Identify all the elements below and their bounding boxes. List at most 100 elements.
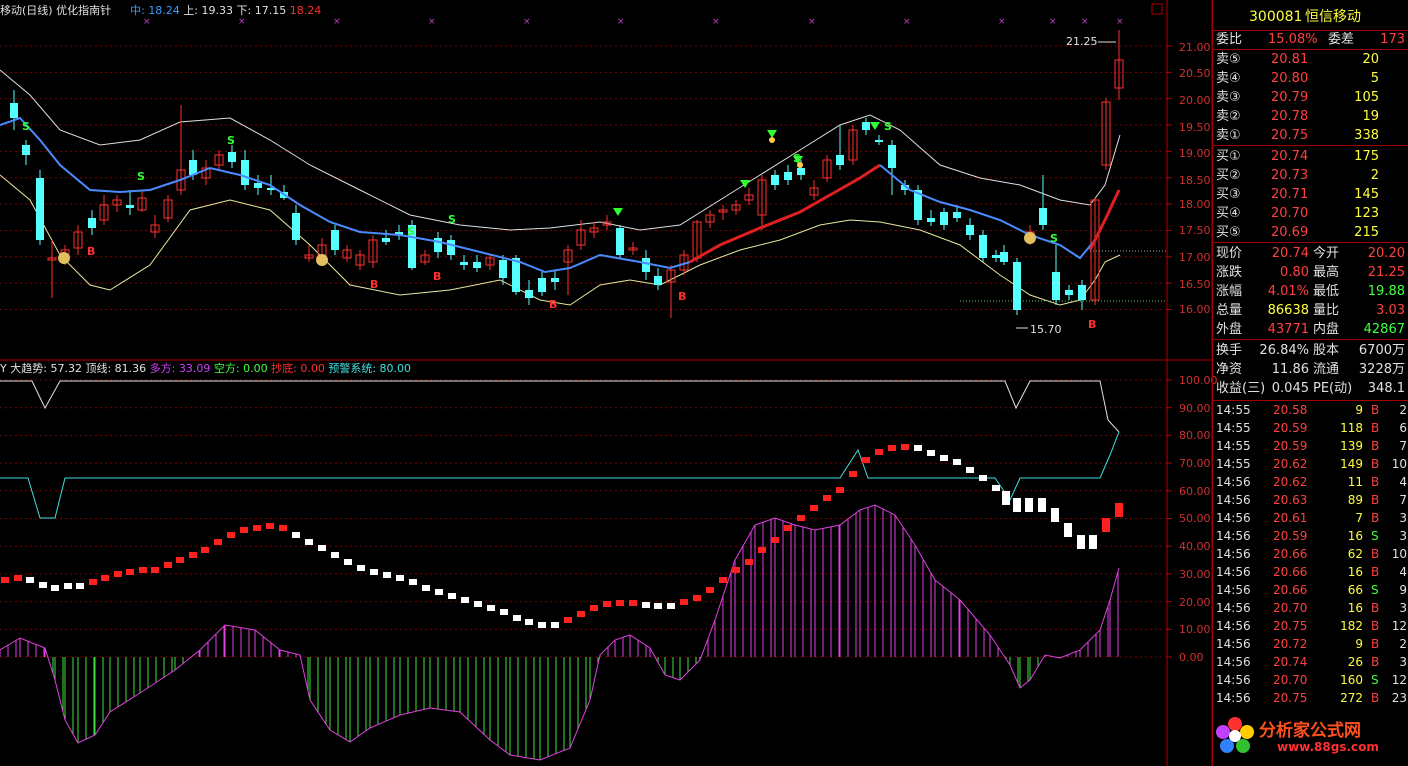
trend-block [253, 525, 261, 531]
candle-body-down [512, 258, 520, 292]
ask-volume: 105 [1354, 90, 1379, 105]
tick-row: 14:56 20.75 272 B 23 [1213, 689, 1408, 707]
trend-block [1077, 535, 1085, 549]
tick-volume: 272 [1340, 691, 1363, 705]
tick-volume: 149 [1340, 457, 1363, 471]
candle-body-down [88, 218, 96, 228]
tick-count: 3 [1399, 529, 1407, 543]
bid-price: 20.74 [1271, 149, 1309, 164]
tick-row: 14:56 20.66 62 B 10 [1213, 545, 1408, 563]
quote-label: 量比 [1313, 303, 1340, 318]
cross-marker: × [428, 17, 436, 27]
tick-row: 14:56 20.62 11 B 4 [1213, 473, 1408, 491]
stat-row: 换手 26.84% 股本 6700万 [1213, 342, 1408, 360]
tick-volume: 66 [1347, 583, 1363, 597]
tick-volume: 16 [1347, 601, 1363, 615]
price-tick: 21.00 [1179, 41, 1211, 54]
candle-body-down [1039, 208, 1047, 225]
trend-block [1, 577, 9, 583]
trend-block [823, 495, 831, 501]
buy-signal: B [370, 278, 379, 291]
indicator-tick: 10.00 [1179, 623, 1211, 636]
candle-body-down [966, 225, 974, 235]
quote-label: 总量 [1216, 303, 1243, 318]
bid-row: 买② 20.73 2 [1213, 167, 1408, 185]
tick-count: 6 [1399, 421, 1407, 435]
bid-label: 买④ [1216, 206, 1241, 221]
candle-body-down [992, 255, 1000, 258]
trend-block [461, 597, 469, 603]
stat-value: 26.84% [1259, 343, 1309, 358]
candle-body-down [771, 175, 779, 185]
money-bag-icon [1024, 232, 1036, 244]
order-ratio-row: 委比 15.08% 委差 173 [1213, 31, 1408, 49]
tick-price: 20.59 [1273, 439, 1308, 453]
sell-signal: S [22, 120, 30, 133]
trend-block [590, 605, 598, 611]
quote-value: 20.74 [1271, 246, 1309, 261]
trend-block [1064, 523, 1072, 537]
tick-row: 14:56 20.61 7 B 3 [1213, 509, 1408, 527]
tick-time: 14:56 [1216, 655, 1251, 669]
trend-block [114, 571, 122, 577]
stat-label: 股本 [1313, 343, 1340, 358]
quote-label: 最低 [1313, 284, 1340, 299]
candle-body-down [473, 262, 481, 268]
quote-value: 0.80 [1280, 265, 1309, 280]
trend-block [1115, 503, 1123, 517]
cross-marker: × [712, 17, 720, 27]
tick-volume: 16 [1347, 529, 1363, 543]
tick-price: 20.66 [1273, 547, 1308, 561]
bid-row: 买① 20.74 175 [1213, 148, 1408, 166]
trend-block [1002, 491, 1010, 505]
stock-code: 300081 [1249, 9, 1303, 25]
tick-row: 14:56 20.70 160 S 12 [1213, 671, 1408, 689]
stat-value: 348.1 [1367, 381, 1405, 396]
quote-row: 外盘 43771 内盘 42867 [1213, 321, 1408, 339]
bid-label: 买① [1216, 149, 1241, 164]
trend-block [629, 600, 637, 606]
quote-label: 涨跌 [1216, 265, 1243, 280]
indicator-prefix: Y [0, 362, 7, 375]
indicator-header: Y 大趋势: 57.32 顶线: 81.36 多方: 33.09 空方: 0.0… [0, 362, 411, 376]
quote-row: 涨幅 4.01% 最低 19.88 [1213, 283, 1408, 301]
indicator-tick: 20.00 [1179, 596, 1211, 609]
high-price-marker: 21.25 [1066, 35, 1098, 48]
candle-body-down [862, 122, 870, 130]
tick-volume: 62 [1347, 547, 1363, 561]
trend-block [966, 467, 974, 473]
candle-body-down [616, 228, 624, 255]
quote-row: 涨跌 0.80 最高 21.25 [1213, 264, 1408, 282]
trend-block [126, 569, 134, 575]
tick-count: 12 [1391, 673, 1407, 687]
trend-block [719, 577, 727, 583]
tick-count: 4 [1399, 565, 1407, 579]
candle-body-down [875, 140, 883, 142]
tick-count: 3 [1399, 511, 1407, 525]
long-value: 33.09 [178, 362, 211, 375]
trend-block [344, 559, 352, 565]
trend-block [1025, 498, 1033, 512]
trend-block [14, 575, 22, 581]
candle-body-down [1052, 272, 1060, 300]
trend-block [797, 515, 805, 521]
bid-volume: 215 [1354, 225, 1379, 240]
bid-row: 买④ 20.70 123 [1213, 205, 1408, 223]
tick-side: B [1371, 547, 1380, 561]
buy-signal: B [549, 298, 558, 311]
trend-block [732, 567, 740, 573]
kline-chart[interactable]: × × × × × × × × × × × × × [0, 0, 1212, 766]
flower-logo-icon [1216, 717, 1254, 753]
trend-block [745, 559, 753, 565]
candle-body-down [927, 218, 935, 222]
trend-block [758, 547, 766, 553]
tick-count: 4 [1399, 475, 1407, 489]
tick-count: 10 [1391, 547, 1407, 561]
stat-value: 3228万 [1358, 362, 1405, 377]
candle-body-down [460, 262, 468, 265]
trend-block [357, 565, 365, 571]
trend-block [331, 552, 339, 558]
candle-body-down [979, 235, 987, 258]
tick-row: 14:55 20.59 118 B 6 [1213, 419, 1408, 437]
tick-side: B [1371, 691, 1380, 705]
